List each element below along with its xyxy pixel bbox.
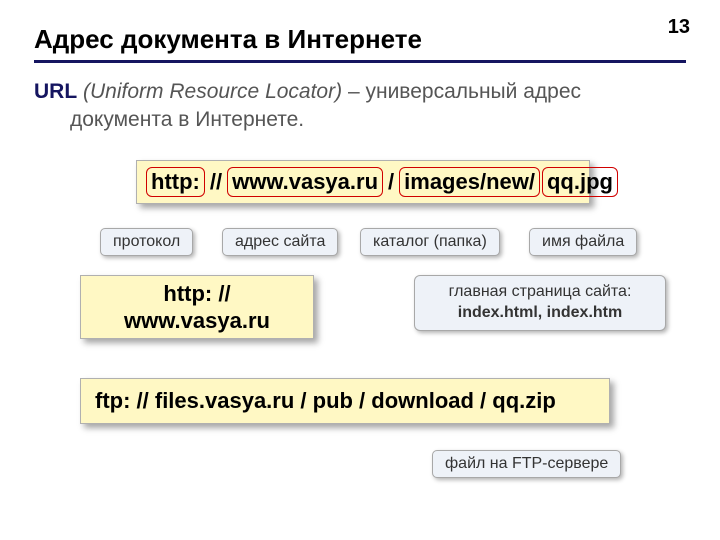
- intro-dash: –: [342, 80, 365, 103]
- label-protocol: протокол: [100, 228, 193, 256]
- index-info-line1: главная страница сайта:: [425, 282, 655, 303]
- index-info-line2: index.html, index.htm: [425, 303, 655, 324]
- short-url-line1: http: //: [81, 280, 313, 308]
- url-example-box: http: // www.vasya.ru / images/new/ qq.j…: [136, 160, 590, 204]
- intro-rest2: документа в Интернете.: [70, 106, 674, 134]
- ftp-example-box: ftp: // files.vasya.ru / pub / download …: [80, 378, 610, 424]
- short-url-line2: www.vasya.ru: [81, 307, 313, 335]
- title-underline: [34, 60, 686, 63]
- url-path: images/new/: [399, 167, 540, 197]
- index-info-box: главная страница сайта: index.html, inde…: [414, 275, 666, 331]
- label-host: адрес сайта: [222, 228, 338, 256]
- short-url-box: http: // www.vasya.ru: [80, 275, 314, 339]
- ftp-text: ftp: // files.vasya.ru / pub / download …: [95, 388, 556, 414]
- url-host: www.vasya.ru: [227, 167, 383, 197]
- url-protocol: http:: [146, 167, 205, 197]
- label-path: каталог (папка): [360, 228, 500, 256]
- url-sep1: //: [210, 169, 222, 195]
- url-expansion: (Uniform Resource Locator): [83, 80, 342, 103]
- intro-text: URL (Uniform Resource Locator) – универс…: [34, 78, 674, 135]
- url-abbrev: URL: [34, 80, 77, 103]
- label-ftp-file: файл на FTP-сервере: [432, 450, 621, 478]
- page-title: Адрес документа в Интернете: [34, 24, 422, 55]
- url-sep2: /: [388, 169, 394, 195]
- label-file: имя файла: [529, 228, 637, 256]
- intro-rest1: универсальный адрес: [365, 80, 581, 103]
- url-file: qq.jpg: [542, 167, 618, 197]
- page-number: 13: [668, 16, 690, 39]
